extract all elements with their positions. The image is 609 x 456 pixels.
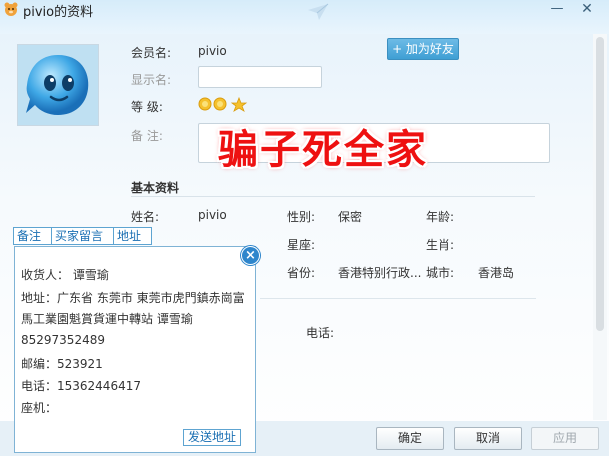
address-line-2: 馬工業園魁賞貨運中轉站 谭雪瑜 <box>21 312 193 326</box>
divider <box>260 298 536 299</box>
phone-number-line: 85297352489 <box>21 333 105 347</box>
member-name-label: 会员名: <box>131 46 172 60</box>
constellation-label: 星座: <box>287 238 316 252</box>
basic-info-title: 基本资料 <box>131 181 180 195</box>
zodiac-label: 生肖: <box>426 238 455 252</box>
recipient-line: 收货人： 谭雪瑜 <box>21 268 109 282</box>
ok-button[interactable]: 确定 <box>376 427 444 450</box>
minimize-button[interactable]: — <box>546 0 568 18</box>
close-button[interactable]: ✕ <box>576 0 598 18</box>
remark-label: 备 注: <box>131 129 163 143</box>
postcode-line: 邮编：523921 <box>21 357 103 371</box>
name-value: pivio <box>198 208 227 222</box>
landline-line: 座机： <box>21 401 58 415</box>
gender-label: 性别: <box>287 210 316 224</box>
popup-close-icon[interactable]: × <box>241 246 260 265</box>
send-address-button[interactable]: 发送地址 <box>183 429 241 446</box>
avatar-image <box>18 45 98 125</box>
province-label: 省份: <box>287 266 316 280</box>
tab-buyer-message[interactable]: 买家留言 <box>51 227 114 245</box>
overlay-red-text: 骗子死全家 <box>218 127 428 173</box>
avatar <box>17 44 99 126</box>
section-divider <box>131 196 535 197</box>
age-label: 年龄: <box>426 210 455 224</box>
level-icon <box>198 96 248 112</box>
add-friend-button[interactable]: + 加为好友 <box>387 38 459 60</box>
level-label: 等 级: <box>131 100 163 114</box>
member-name-value: pivio <box>198 44 227 58</box>
cancel-button[interactable]: 取消 <box>454 427 522 450</box>
province-value: 香港特别行政... <box>338 266 422 280</box>
window-title: pivio的资料 <box>23 5 94 20</box>
tel-line: 电话：15362446417 <box>21 379 141 393</box>
city-value: 香港岛 <box>478 266 515 280</box>
tab-address[interactable]: 地址 <box>113 227 152 245</box>
gender-value: 保密 <box>338 210 363 224</box>
apply-button[interactable]: 应用 <box>531 427 599 450</box>
title-bar: pivio的资料 — ✕ <box>0 0 609 34</box>
tab-remark[interactable]: 备注 <box>13 227 52 245</box>
paper-plane-icon <box>308 3 329 20</box>
display-name-field[interactable] <box>198 66 322 88</box>
scrollbar-thumb[interactable] <box>596 37 604 331</box>
app-logo-icon <box>4 2 18 16</box>
address-line-1: 地址：广东省 东莞市 東莞市虎門鎮赤崗富 <box>21 291 245 305</box>
phone-label: 电话: <box>306 326 335 340</box>
display-name-label: 显示名: <box>131 73 172 87</box>
city-label: 城市: <box>426 266 455 280</box>
name-label: 姓名: <box>131 210 160 224</box>
